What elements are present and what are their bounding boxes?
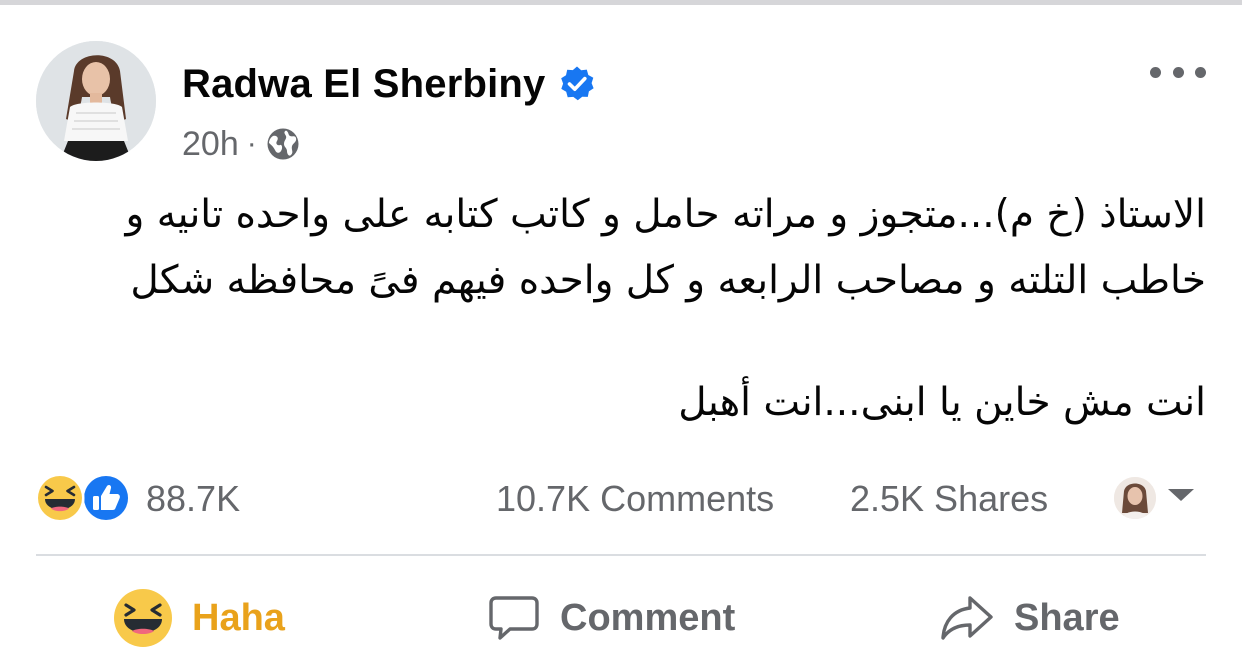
reaction-icons[interactable] xyxy=(34,472,138,526)
reaction-count[interactable]: 88.7K xyxy=(146,476,240,522)
comment-button[interactable]: Comment xyxy=(486,580,735,656)
post-body: الاستاذ (خ م)...متجوز و مراته حامل و كات… xyxy=(36,182,1206,436)
share-button-label: Share xyxy=(1014,596,1120,639)
post-actions: Haha Comment Share xyxy=(36,580,1206,656)
reaction-button[interactable]: Haha xyxy=(112,580,285,656)
post-text-line: الاستاذ (خ م)...متجوز و مراته حامل و كات… xyxy=(125,192,1206,237)
author-avatar-image xyxy=(36,41,156,161)
comments-count[interactable]: 10.7K Comments xyxy=(496,476,774,522)
comment-icon xyxy=(489,596,539,640)
shares-count[interactable]: 2.5K Shares xyxy=(850,476,1048,522)
meta-separator: · xyxy=(246,127,257,160)
reaction-button-label: Haha xyxy=(192,596,285,639)
comment-button-label: Comment xyxy=(560,596,736,639)
like-icon xyxy=(81,473,131,523)
chevron-down-icon[interactable] xyxy=(1168,489,1194,501)
author-avatar[interactable] xyxy=(36,41,156,161)
author-header: Radwa El Sherbiny xyxy=(182,58,596,110)
post-text-line: خاطب التلته و مصاحب الرابعه و كل واحده ف… xyxy=(130,258,1206,303)
author-name[interactable]: Radwa El Sherbiny xyxy=(182,62,546,107)
more-dot-icon xyxy=(1195,66,1206,78)
share-icon xyxy=(941,596,993,640)
post-text-line: انت مش خاين يا ابنى...انت أهبل xyxy=(678,380,1206,425)
globe-icon xyxy=(265,126,301,162)
viewer-avatar[interactable] xyxy=(1112,475,1158,521)
reactions-summary: 88.7K 10.7K Comments 2.5K Shares xyxy=(34,472,1206,526)
post-meta: 20h · xyxy=(182,122,301,166)
post-timestamp[interactable]: 20h xyxy=(182,125,239,164)
more-dot-icon xyxy=(1150,66,1161,78)
share-button[interactable]: Share xyxy=(938,580,1120,656)
divider xyxy=(36,554,1206,556)
haha-icon xyxy=(35,473,85,523)
verified-badge-icon xyxy=(558,65,596,103)
more-options-button[interactable] xyxy=(1150,60,1206,84)
more-dot-icon xyxy=(1172,66,1184,78)
top-border xyxy=(0,0,1242,5)
haha-icon xyxy=(114,589,172,647)
